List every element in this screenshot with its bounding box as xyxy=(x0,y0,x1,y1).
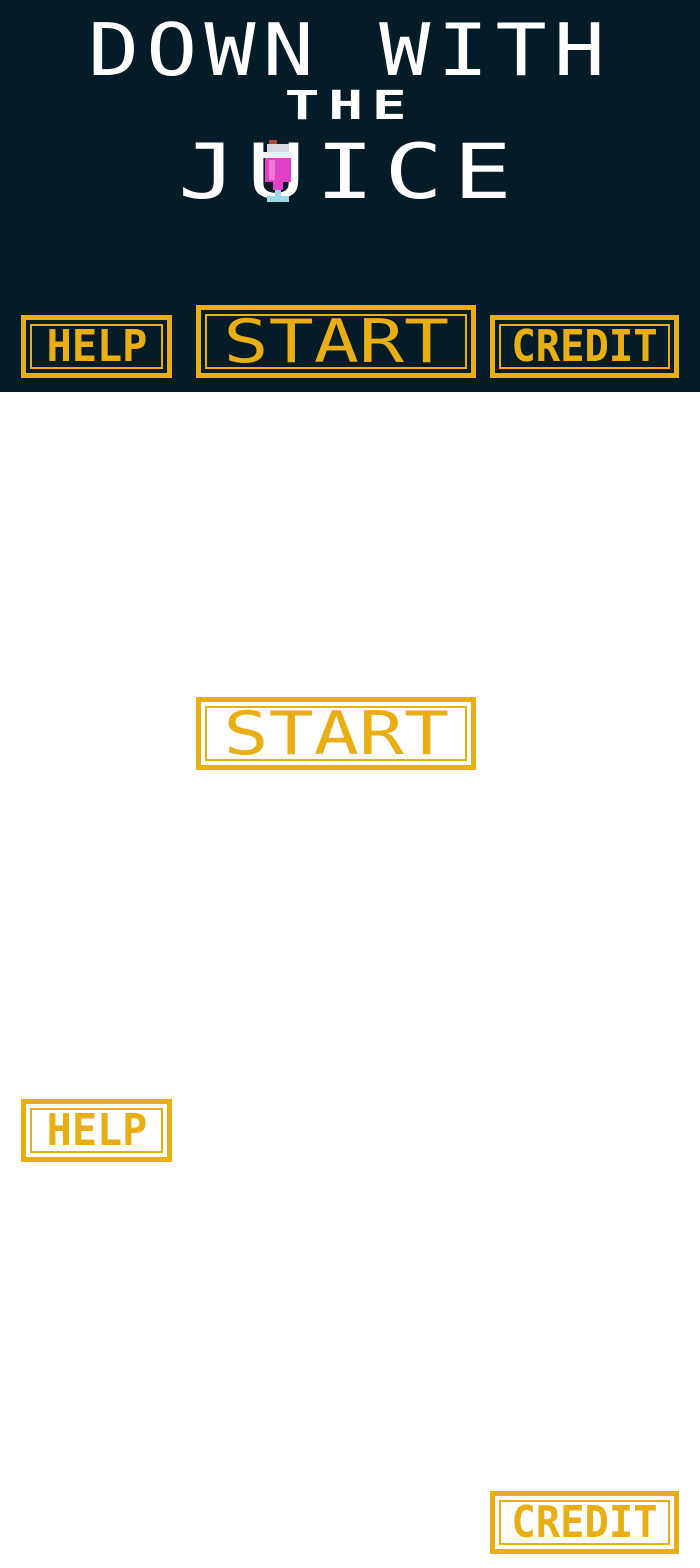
credit-button-sprite[interactable]: CREDIT xyxy=(490,1491,679,1554)
start-button[interactable]: START xyxy=(196,305,476,378)
help-button-label: HELP xyxy=(46,320,147,372)
start-button-label: START xyxy=(223,306,449,377)
page: DOWN WITH THE JUICE HELP START CREDIT ST… xyxy=(0,0,700,1568)
milkshake-glass-icon xyxy=(263,140,293,202)
title-line-juice: JUICE xyxy=(177,127,523,216)
title-screen: DOWN WITH THE JUICE HELP START CREDIT xyxy=(0,0,700,392)
help-button[interactable]: HELP xyxy=(21,315,172,378)
help-sprite-label: HELP xyxy=(46,1104,147,1156)
help-button-sprite[interactable]: HELP xyxy=(21,1099,172,1162)
credit-sprite-label: CREDIT xyxy=(511,1496,658,1548)
start-button-sprite[interactable]: START xyxy=(196,697,476,770)
title-line-down-with: DOWN WITH xyxy=(87,8,613,92)
credit-button-label: CREDIT xyxy=(511,320,658,372)
title-line-the: THE xyxy=(284,83,416,129)
start-sprite-label: START xyxy=(223,698,449,769)
credit-button[interactable]: CREDIT xyxy=(490,315,679,378)
